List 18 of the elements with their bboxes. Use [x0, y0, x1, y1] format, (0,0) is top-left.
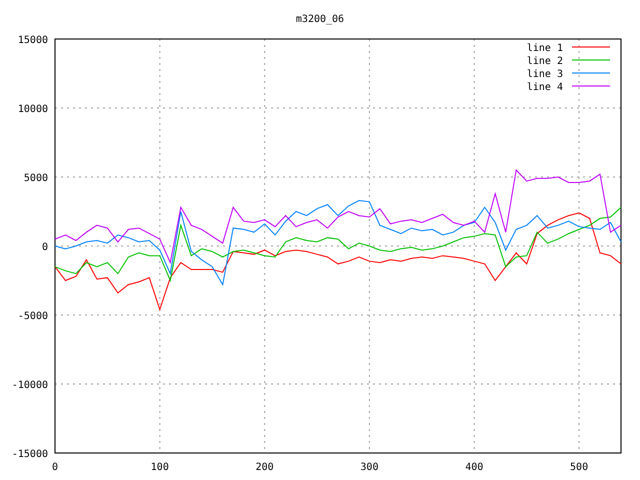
legend-label: line 3 — [526, 69, 563, 80]
x-tick-label: 0 — [52, 462, 58, 473]
y-tick-label: -5000 — [18, 311, 48, 322]
x-tick-label: 200 — [256, 462, 274, 473]
legend-label: line 4 — [526, 82, 563, 93]
y-tick-label: 10000 — [18, 104, 48, 115]
x-tick-label: 100 — [150, 462, 169, 473]
x-tick-label: 500 — [570, 462, 588, 473]
y-tick-label: 15000 — [18, 35, 48, 46]
y-tick-label: 0 — [42, 242, 48, 253]
y-tick-label: -10000 — [12, 380, 48, 391]
y-tick-label: 5000 — [24, 173, 48, 184]
legend-label: line 1 — [526, 43, 563, 54]
y-tick-label: -15000 — [12, 449, 48, 460]
legend-label: line 2 — [526, 56, 563, 67]
x-tick-label: 400 — [465, 462, 484, 473]
x-tick-label: 300 — [360, 462, 378, 473]
chart-title: m3200_06 — [296, 14, 344, 25]
